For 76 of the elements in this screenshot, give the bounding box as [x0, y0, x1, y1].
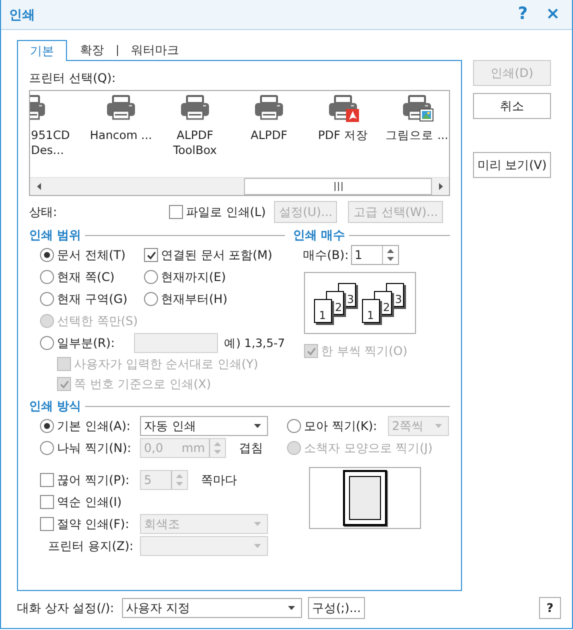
printer-icon: [104, 95, 138, 123]
radio-button[interactable]: [40, 336, 54, 350]
radio-button[interactable]: [40, 270, 54, 284]
printer-item[interactable]: ALPDF ToolBox: [158, 95, 232, 177]
dropdown-arrow-icon: [435, 424, 442, 428]
per-pages-label: 쪽마다: [201, 472, 237, 488]
option-label: 나눠 찍기(N):: [57, 440, 132, 456]
horizontal-scrollbar[interactable]: [30, 177, 449, 195]
option-label: 모아 찍기(K):: [304, 418, 378, 434]
page-sheet: 1: [362, 299, 380, 323]
page-sheet: 1: [314, 299, 332, 323]
radio-button[interactable]: [144, 270, 158, 284]
printer-icon: [252, 95, 286, 123]
printer-item[interactable]: 951CD Des...: [30, 95, 84, 177]
option-label: 한 부씩 찍기(O): [321, 342, 408, 360]
printer-item[interactable]: PDF 저장: [306, 95, 380, 177]
option-label: 사용자가 입력한 순서대로 인쇄(Y): [74, 356, 258, 372]
printer-item[interactable]: Hancom ...: [84, 95, 158, 177]
printer-list[interactable]: 951CD Des... Hancom ... ALPDF ToolBox ALPDF PDF 저장 그림으로 ...: [29, 90, 450, 196]
window-title: 인쇄: [9, 6, 36, 24]
dialog-settings-label: 대화 상자 설정(/):: [17, 600, 114, 616]
printer-icon: [178, 95, 212, 123]
option-label: 일부분(R):: [57, 334, 115, 352]
status-label: 상태:: [29, 204, 58, 220]
radio-button[interactable]: [40, 419, 54, 433]
print-mode-select[interactable]: 자동 인쇄: [140, 416, 268, 436]
overlap-label: 겹침: [239, 440, 263, 456]
option-label: 현재 쪽(C): [57, 268, 115, 286]
scroll-right-icon[interactable]: [438, 183, 442, 190]
printer-select-label: 프린터 선택(Q):: [29, 70, 117, 87]
section-title: 인쇄 방식: [29, 398, 82, 414]
checkbox-label: 파일로 인쇄(L): [186, 204, 266, 220]
option-label: 기본 인쇄(A):: [57, 418, 130, 434]
dropdown-arrow-icon: [288, 606, 296, 610]
radio-button[interactable]: [40, 292, 54, 306]
printer-icon: [326, 95, 360, 123]
configure-button[interactable]: 구성(;)...: [308, 597, 365, 619]
tab[interactable]: 기본: [17, 40, 67, 61]
dialog-button[interactable]: 미리 보기(V): [473, 152, 551, 178]
option-label: 쪽 번호 기준으로 인쇄(X): [74, 376, 212, 392]
paper-label: 프린터 용지(Z):: [47, 538, 134, 554]
option-label: 연결된 문서 포함(M): [161, 246, 272, 264]
option-label: 절약 인쇄(F):: [57, 516, 130, 532]
printer-item[interactable]: ALPDF: [232, 95, 306, 177]
copies-label: 매수(B):: [303, 246, 349, 264]
option-label: 소책자 모양으로 찍기(J): [304, 440, 433, 456]
dialog-settings-select[interactable]: 사용자 지정: [122, 598, 302, 618]
option-label: 현재까지(E): [161, 268, 226, 286]
printer-icon: [400, 95, 434, 123]
radio-button[interactable]: [144, 292, 158, 306]
tab[interactable]: 워터마크: [118, 40, 192, 60]
checkbox[interactable]: [169, 205, 183, 219]
section-title: 인쇄 매수: [293, 226, 346, 244]
checkbox[interactable]: [144, 248, 158, 262]
example-text: 예) 1,3,5-7: [224, 336, 285, 350]
scroll-left-icon[interactable]: [36, 183, 40, 190]
dropdown-arrow-icon: [254, 424, 261, 428]
option-label: 선택한 쪽만(S): [57, 312, 138, 330]
option-label: 문서 전체(T): [57, 246, 126, 264]
option-label: 현재부터(H): [161, 290, 228, 308]
close-button[interactable]: ×: [542, 6, 564, 23]
grip-icon[interactable]: [334, 182, 342, 191]
copies-field[interactable]: 1: [350, 245, 399, 265]
checkbox[interactable]: [40, 495, 54, 509]
help-button[interactable]: ?: [539, 597, 561, 619]
option-label: 역순 인쇄(I): [57, 494, 122, 510]
option-label: 끊어 찍기(P):: [57, 472, 130, 488]
printer-item[interactable]: 그림으로 ...: [380, 95, 449, 177]
dropdown-arrow-icon: [254, 522, 261, 526]
option-label: 현재 구역(G): [57, 290, 128, 308]
section-title: 인쇄 범위: [29, 226, 82, 244]
dropdown-arrow-icon: [254, 544, 261, 548]
radio-button[interactable]: [40, 248, 54, 262]
tab[interactable]: 확장: [67, 40, 117, 60]
help-button[interactable]: ?: [514, 6, 532, 23]
dialog-button[interactable]: 취소: [473, 93, 551, 119]
